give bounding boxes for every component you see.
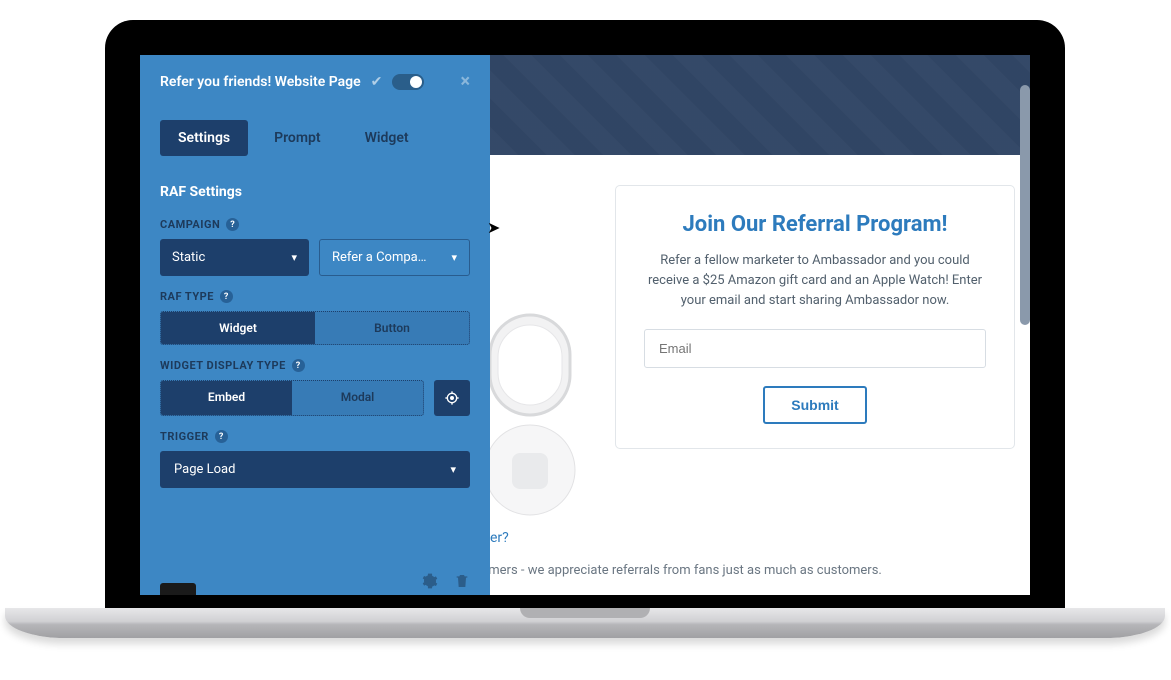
help-icon[interactable]: ? xyxy=(226,218,239,231)
help-icon[interactable]: ? xyxy=(220,290,233,303)
gear-icon[interactable] xyxy=(422,573,438,593)
segment-modal[interactable]: Modal xyxy=(292,381,423,415)
label-raf-type: RAF TYPE ? xyxy=(160,290,470,303)
card-heading: Join Our Referral Program! xyxy=(644,212,986,237)
preview-pane: Join Our Referral Program! Refer a fello… xyxy=(490,55,1030,595)
pick-target-button[interactable] xyxy=(434,380,470,416)
hero-banner xyxy=(490,55,1030,155)
bottom-peek xyxy=(160,583,196,595)
tab-widget[interactable]: Widget xyxy=(347,120,427,156)
trigger-dropdown[interactable]: Page Load ▾ xyxy=(160,451,470,488)
label-display-type: WIDGET DISPLAY TYPE ? xyxy=(160,359,470,372)
chevron-down-icon: ▾ xyxy=(450,463,456,476)
display-type-segmented: Embed Modal xyxy=(160,380,424,416)
referral-card: Join Our Referral Program! Refer a fello… xyxy=(615,185,1015,449)
panel-footer-icons xyxy=(422,573,470,593)
tab-prompt[interactable]: Prompt xyxy=(256,120,339,156)
raf-type-segmented: Widget Button xyxy=(160,311,470,345)
label-campaign: CAMPAIGN ? xyxy=(160,218,470,231)
chevron-down-icon: ▾ xyxy=(291,251,297,264)
preview-body-fragment: stomers - we appreciate referrals from f… xyxy=(490,563,882,578)
campaign-select-dropdown[interactable]: Refer a Compa… ▾ xyxy=(319,239,470,276)
segment-widget[interactable]: Widget xyxy=(161,312,315,344)
close-icon[interactable]: × xyxy=(460,71,470,92)
segment-button[interactable]: Button xyxy=(315,312,469,344)
panel-header: Refer you friends! Website Page ✔ × xyxy=(140,55,490,108)
submit-button[interactable]: Submit xyxy=(763,386,866,424)
trash-icon[interactable] xyxy=(454,573,470,593)
segment-embed[interactable]: Embed xyxy=(161,381,292,415)
check-icon: ✔ xyxy=(371,74,383,90)
panel-enable-toggle[interactable] xyxy=(392,74,424,90)
campaign-mode-dropdown[interactable]: Static ▾ xyxy=(160,239,309,276)
help-icon[interactable]: ? xyxy=(215,430,228,443)
chevron-down-icon: ▾ xyxy=(451,251,457,264)
section-title: RAF Settings xyxy=(160,184,470,200)
panel-tabs: Settings Prompt Widget xyxy=(140,108,490,174)
panel-title: Refer you friends! Website Page xyxy=(160,74,361,90)
help-icon[interactable]: ? xyxy=(292,359,305,372)
tab-settings[interactable]: Settings xyxy=(160,120,248,156)
label-trigger: TRIGGER ? xyxy=(160,430,470,443)
settings-panel: Refer you friends! Website Page ✔ × Sett… xyxy=(140,55,490,595)
product-image xyxy=(490,305,630,525)
email-field[interactable] xyxy=(644,329,986,368)
card-body: Refer a fellow marketer to Ambassador an… xyxy=(644,251,986,311)
preview-link-fragment[interactable]: er? xyxy=(490,530,509,546)
